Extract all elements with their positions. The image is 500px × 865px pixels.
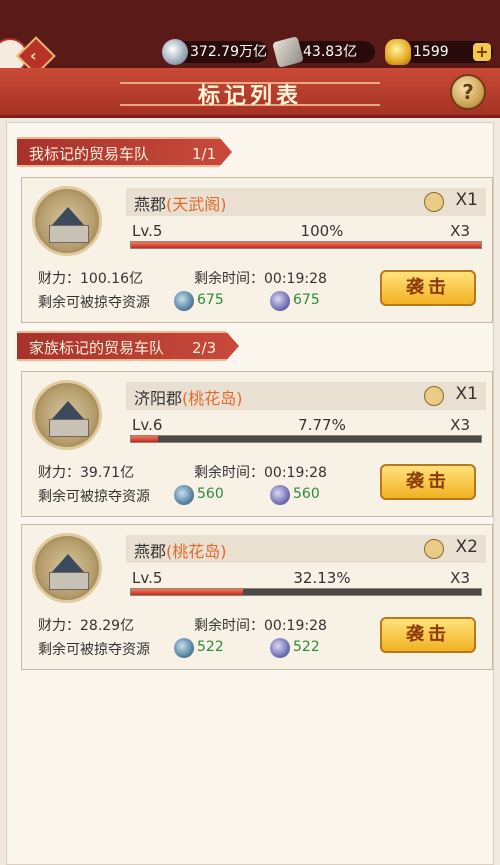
silver-value: 372.79万亿 [190,44,267,60]
loot-label: 剩余可被掠夺资源 [38,489,150,505]
silver-coin-icon [162,39,188,65]
progress-fill [131,436,159,442]
convoy-card: 济阳郡(桃花岛) X1 Lv.6 7.77% X3 财力：39.71亿 剩余时间… [21,371,493,517]
resource-b-value: 522 [293,639,320,655]
power-stat: 财力：28.29亿 [38,618,135,634]
convoy-multiplier: X3 [450,569,470,587]
help-button[interactable]: ? [450,74,486,110]
member-count: X1 [455,190,478,210]
convoy-level: Lv.6 [132,416,163,434]
back-arrow-icon: ‹ [30,46,37,65]
convoy-progress-bar [130,588,482,596]
page-header: 标记列表 ? [0,68,500,118]
section-family-marked: 家族标记的贸易车队 2/3 [17,331,239,361]
progress-fill [131,589,244,595]
ticket-value: 43.83亿 [303,44,358,60]
gold-counter: 1599 + [385,39,493,65]
convoy-name-bar: 燕郡(天武阁) X1 [126,188,486,216]
progress-fill [131,242,481,248]
resource-b-value: 675 [293,292,320,308]
resource-a-icon [174,485,194,505]
resource-b-icon [270,291,290,311]
ticket-counter: 43.83亿 [272,36,375,68]
resource-a-icon [174,291,194,311]
power-stat: 财力：100.16亿 [38,271,143,287]
raid-button[interactable]: 袭击 [380,617,476,653]
section-count: 1/1 [192,145,217,163]
member-icon [424,386,444,406]
convoy-progress-bar [130,435,482,443]
member-count: X2 [455,537,478,557]
castle-icon [32,380,102,450]
loot-label: 剩余可被掠夺资源 [38,642,150,658]
convoy-name: 燕郡(天武阁) [134,195,227,214]
convoy-name-bar: 燕郡(桃花岛) X2 [126,535,486,563]
convoy-multiplier: X3 [450,416,470,434]
power-stat: 财力：39.71亿 [38,465,135,481]
gold-value: 1599 [413,44,449,60]
convoy-name: 燕郡(桃花岛) [134,542,227,561]
loot-label: 剩余可被掠夺资源 [38,295,150,311]
section-label: 我标记的贸易车队 [29,145,150,163]
convoy-card: 燕郡(桃花岛) X2 Lv.5 32.13% X3 财力：28.29亿 剩余时间… [21,524,493,670]
gold-ingot-icon [385,39,411,65]
resource-a-value: 560 [197,486,224,502]
convoy-progress-text: 100% [300,222,344,240]
time-stat: 剩余时间：00:19:28 [194,465,327,481]
time-stat: 剩余时间：00:19:28 [194,271,327,287]
raid-button[interactable]: 袭击 [380,270,476,306]
resource-a-value: 675 [197,292,224,308]
time-stat: 剩余时间：00:19:28 [194,618,327,634]
section-label: 家族标记的贸易车队 [29,339,165,357]
convoy-multiplier: X3 [450,222,470,240]
castle-icon [32,186,102,256]
resource-a-icon [174,638,194,658]
convoy-progress-bar [130,241,482,249]
convoy-name: 济阳郡(桃花岛) [134,389,243,408]
member-icon [424,539,444,559]
convoy-progress-text: 7.77% [298,416,346,434]
silver-counter: 372.79万亿 [162,39,268,65]
convoy-list-panel: 我标记的贸易车队 1/1 燕郡(天武阁) X1 Lv.5 100% X3 财力：… [6,122,494,865]
resource-b-icon [270,638,290,658]
resource-b-icon [270,485,290,505]
convoy-name-bar: 济阳郡(桃花岛) X1 [126,382,486,410]
section-count: 2/3 [192,339,217,357]
page-title: 标记列表 [197,83,302,109]
section-my-marked: 我标记的贸易车队 1/1 [17,137,232,167]
castle-icon [32,533,102,603]
member-icon [424,192,444,212]
member-count: X1 [455,384,478,404]
convoy-card: 燕郡(天武阁) X1 Lv.5 100% X3 财力：100.16亿 剩余时间：… [21,177,493,323]
convoy-level: Lv.5 [132,222,163,240]
add-gold-button[interactable]: + [473,43,491,61]
resource-a-value: 522 [197,639,224,655]
raid-button[interactable]: 袭击 [380,464,476,500]
resource-b-value: 560 [293,486,320,502]
convoy-level: Lv.5 [132,569,163,587]
convoy-progress-text: 32.13% [293,569,351,587]
